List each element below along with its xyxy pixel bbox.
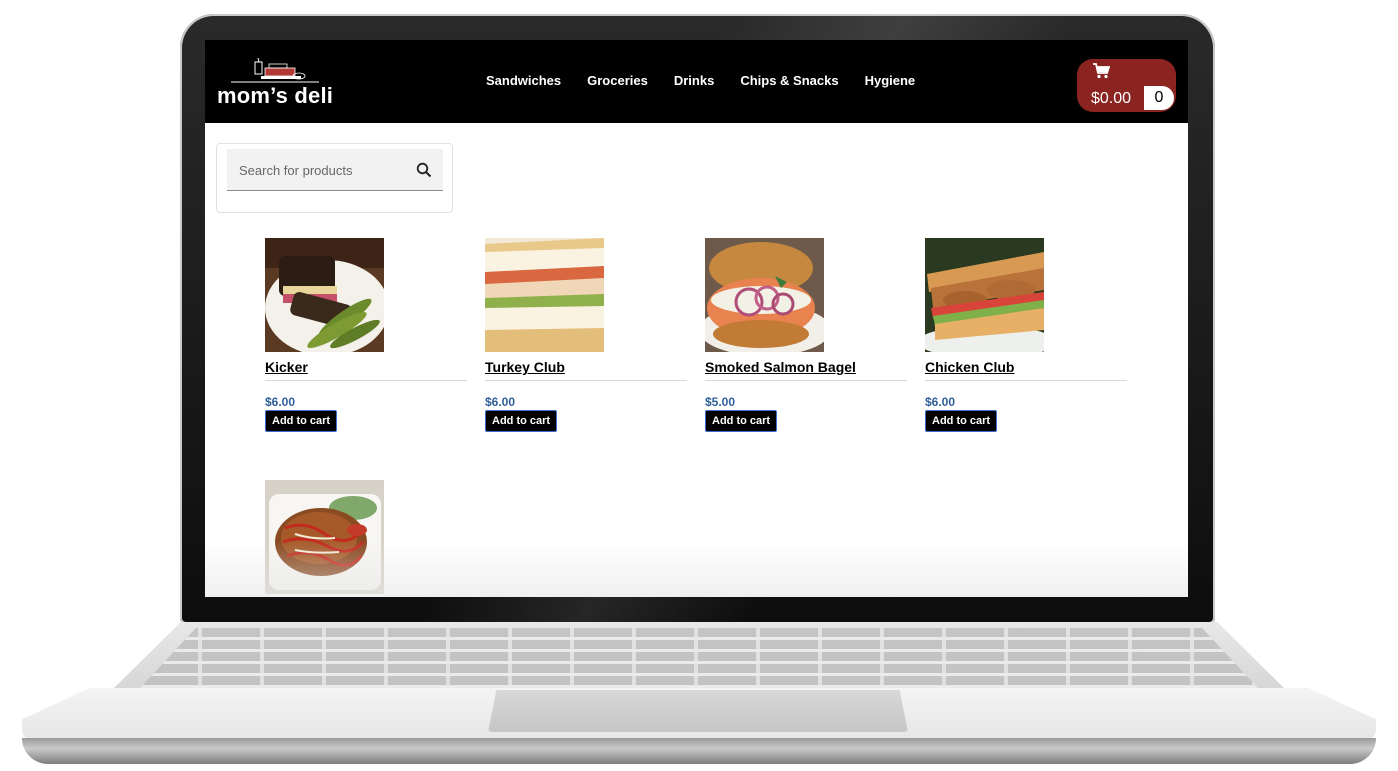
product-image-chicken-katsu[interactable] [265, 480, 384, 594]
product-image-chicken-club[interactable] [925, 238, 1044, 352]
product-name-link[interactable]: Turkey Club [485, 359, 565, 375]
cart-count-badge: 0 [1144, 86, 1174, 110]
nav-hygiene[interactable]: Hygiene [865, 73, 916, 88]
shopping-cart-icon [1093, 63, 1110, 79]
search-icon[interactable] [416, 162, 432, 178]
product-divider [265, 380, 467, 381]
laptop-trackpad [488, 690, 908, 732]
nav-sandwiches[interactable]: Sandwiches [486, 73, 561, 88]
add-to-cart-button[interactable]: Add to cart [705, 410, 778, 432]
search-field [227, 149, 443, 191]
product-name-link[interactable]: Smoked Salmon Bagel [705, 359, 856, 375]
product-price: $6.00 [925, 395, 956, 409]
product-divider [705, 380, 907, 381]
product-divider [925, 380, 1127, 381]
keyboard-rows [140, 628, 1258, 688]
add-to-cart-button[interactable]: Add to cart [265, 410, 338, 432]
cart-total: $0.00 [1091, 90, 1132, 107]
nav-chips-snacks[interactable]: Chips & Snacks [740, 73, 838, 88]
product-price: $5.00 [705, 395, 736, 409]
laptop-base-edge [22, 738, 1376, 764]
site-logo[interactable]: mom’s deli [217, 58, 337, 110]
search-widget [216, 143, 453, 213]
deli-counter-icon [231, 58, 319, 83]
product-image-smoked-salmon-bagel[interactable] [705, 238, 824, 352]
nav-drinks[interactable]: Drinks [674, 73, 714, 88]
laptop-screen: mom’s deli Sandwiches Groceries Drinks C… [205, 40, 1188, 597]
product-price: $6.00 [265, 395, 296, 409]
main-nav: Sandwiches Groceries Drinks Chips & Snac… [486, 73, 941, 88]
nav-groceries[interactable]: Groceries [587, 73, 648, 88]
product-price: $6.00 [485, 395, 516, 409]
search-input[interactable] [239, 161, 409, 179]
logo-text: mom’s deli [217, 83, 334, 108]
cart-button[interactable]: $0.00 0 [1077, 59, 1176, 112]
product-name-link[interactable]: Chicken Club [925, 359, 1014, 375]
product-image-turkey-club[interactable] [485, 238, 604, 352]
add-to-cart-button[interactable]: Add to cart [925, 410, 998, 432]
site-header: mom’s deli Sandwiches Groceries Drinks C… [205, 40, 1188, 123]
product-divider [485, 380, 687, 381]
add-to-cart-button[interactable]: Add to cart [485, 410, 558, 432]
product-name-link[interactable]: Kicker [265, 359, 308, 375]
product-image-kicker[interactable] [265, 238, 384, 352]
